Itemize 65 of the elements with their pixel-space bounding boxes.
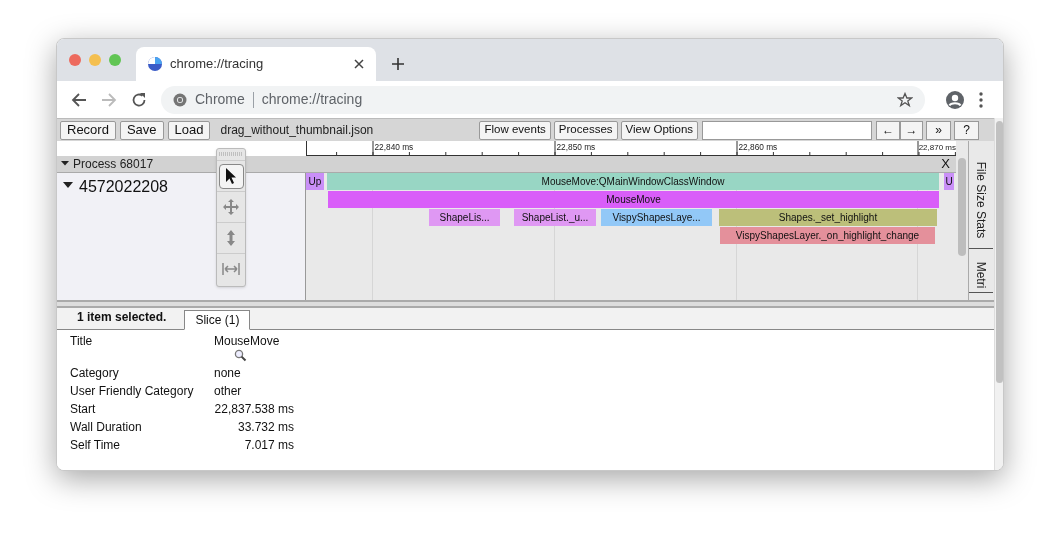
trace-slice[interactable]: ShapeLis...	[429, 209, 500, 226]
toolbar-button[interactable]: Flow events	[479, 120, 551, 140]
selection-summary: 1 item selected.	[77, 309, 167, 326]
profile-icon[interactable]	[945, 89, 965, 110]
process-label: Process 68017	[73, 156, 155, 173]
trace-slice[interactable]: ShapeList._u...	[514, 209, 596, 226]
field-label: Wall Duration	[70, 419, 143, 436]
new-tab-icon[interactable]	[391, 57, 405, 71]
side-tab[interactable]: File Size Stats	[972, 161, 990, 239]
close-window-button[interactable]	[69, 54, 81, 66]
toolbar-button[interactable]: Save	[119, 120, 164, 140]
panel-splitter[interactable]	[57, 300, 994, 308]
field-value: 7.017 ms	[243, 437, 294, 454]
maximize-window-button[interactable]	[109, 54, 121, 66]
toolbar-button[interactable]: Record	[60, 120, 116, 140]
file-name: drag_without_thumbnail.json	[220, 122, 375, 139]
mode-button[interactable]	[218, 163, 244, 189]
address-bar[interactable]: Chrome chrome://tracing	[161, 85, 925, 114]
back-icon[interactable]	[71, 91, 87, 108]
menu-icon[interactable]	[979, 91, 983, 108]
drag-handle-icon[interactable]	[219, 152, 243, 157]
collapse-triangle-icon[interactable]	[63, 181, 73, 189]
scrollbar-thumb[interactable]	[995, 121, 1003, 383]
nav-button[interactable]: ←	[876, 120, 901, 140]
field-label: Category	[70, 365, 120, 382]
close-process-button[interactable]: X	[941, 154, 952, 174]
trace-slice[interactable]: MouseMove	[328, 191, 939, 208]
trace-slice[interactable]: Shapes._set_highlight	[719, 209, 937, 226]
field-label: User Friendly Category	[70, 383, 195, 400]
side-tab[interactable]: Metri	[972, 261, 990, 289]
browser-tab[interactable]: chrome://tracing	[136, 47, 376, 81]
analysis-tab[interactable]: Slice (1)	[184, 310, 251, 330]
nav-button[interactable]: »	[926, 120, 952, 140]
trace-slice[interactable]: MouseMove:QMainWindowClassWindow	[327, 173, 939, 190]
thread-label: 4572022208	[79, 177, 168, 197]
field-value: none	[214, 365, 241, 382]
field-value: MouseMove	[214, 333, 280, 350]
collapse-triangle-icon[interactable]	[61, 160, 69, 168]
search-field[interactable]	[702, 120, 873, 140]
search-icon[interactable]	[234, 349, 247, 362]
site-label: Chrome	[195, 90, 245, 109]
star-icon[interactable]	[897, 91, 913, 108]
nav-button[interactable]: ?	[954, 120, 980, 140]
url-text: chrome://tracing	[261, 90, 364, 109]
field-label: Self Time	[70, 437, 121, 454]
toolbar-button[interactable]: Load	[167, 120, 211, 140]
trace-slice[interactable]: VispyShapesLayer._on_highlight_change	[720, 227, 935, 244]
forward-icon[interactable]	[101, 91, 117, 108]
toolbar-button[interactable]: View Options	[620, 120, 699, 140]
reload-icon[interactable]	[131, 91, 147, 108]
tracing-logo-icon	[148, 57, 162, 71]
tab-title: chrome://tracing	[170, 55, 265, 74]
nav-button[interactable]: →	[900, 120, 924, 140]
field-label: Title	[70, 333, 94, 350]
field-value: other	[214, 383, 242, 400]
field-value: 22,837.538 ms	[214, 401, 294, 418]
trace-slice[interactable]: U	[944, 173, 954, 190]
field-label: Start	[70, 401, 97, 418]
process-header[interactable]: Process 68017 X	[57, 156, 956, 173]
trace-slice[interactable]: VispyShapesLaye...	[601, 209, 712, 226]
trace-slice[interactable]: Up	[306, 173, 324, 190]
toolbar-button[interactable]: Processes	[553, 120, 618, 140]
close-icon[interactable]	[354, 59, 364, 69]
scrollbar-thumb[interactable]	[958, 158, 966, 256]
field-value: 33.732 ms	[236, 419, 294, 436]
